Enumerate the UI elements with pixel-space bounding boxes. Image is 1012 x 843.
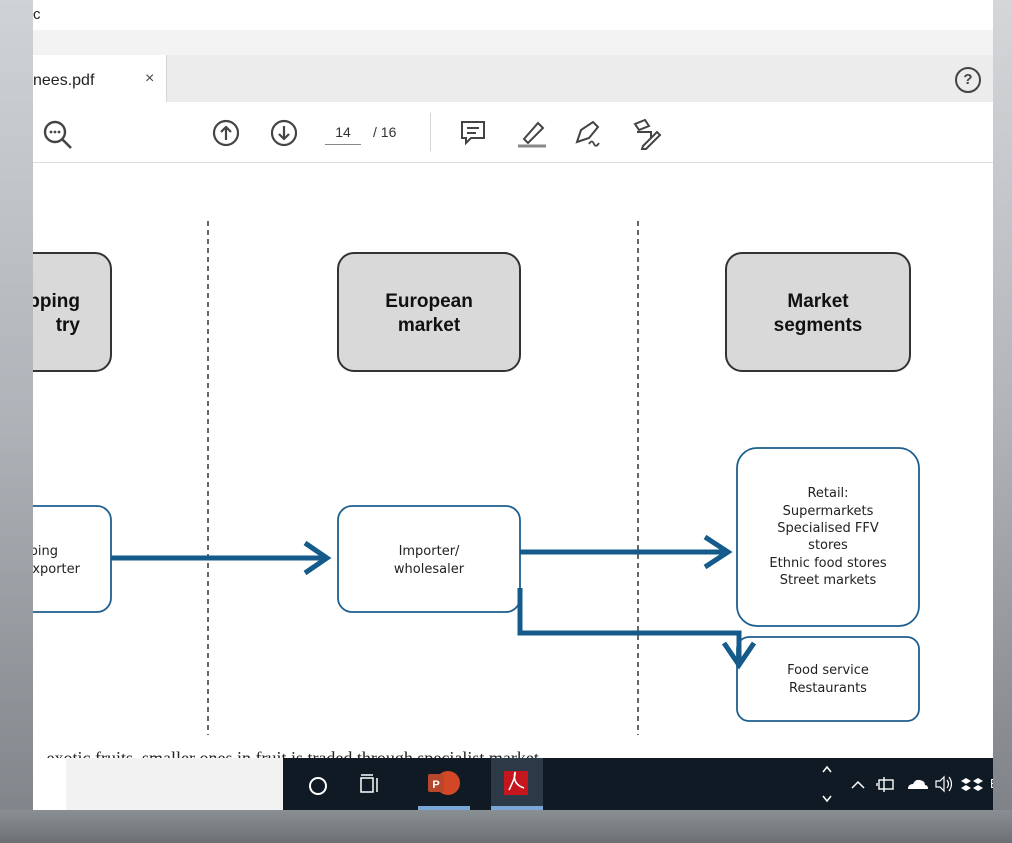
taskbar-search-box[interactable]: [66, 758, 283, 810]
node-importer: [337, 505, 521, 613]
header-left-line2: try: [56, 315, 81, 336]
header-mid-line2: market: [398, 315, 461, 336]
node-left-line2: xporter: [33, 562, 81, 577]
document-caption: ...exotic fruits, smaller ones in fruit …: [33, 748, 553, 758]
food-service-line: Restaurants: [789, 681, 867, 696]
highlight-icon[interactable]: [514, 118, 548, 153]
task-view-icon[interactable]: [351, 758, 395, 810]
desktop-background-right: [993, 0, 1012, 843]
sign-icon[interactable]: [571, 118, 605, 153]
powerpoint-icon[interactable]: P: [418, 758, 470, 810]
help-icon[interactable]: ?: [955, 67, 981, 93]
show-hidden-icons-icon[interactable]: [848, 758, 868, 810]
node-left-line1: ping: [33, 544, 58, 559]
pdf-viewer-window: c nees.pdf × ? 14 / 16 pping try Europea…: [33, 0, 993, 810]
title-text: c: [33, 6, 41, 23]
food-service-line: Food service: [787, 663, 869, 678]
tab-bar: nees.pdf × ?: [33, 30, 993, 103]
retail-line: Retail:: [807, 486, 848, 501]
retail-line: Ethnic food stores: [769, 556, 886, 571]
desktop-background-bottom: [0, 810, 1012, 843]
header-right-line2: segments: [774, 315, 863, 336]
document-page: pping try European market Market segment…: [33, 163, 993, 758]
comment-icon[interactable]: [458, 118, 488, 153]
header-box-right: [725, 252, 911, 372]
retail-line: Specialised FFV: [777, 521, 879, 536]
language-indicator[interactable]: EN: [990, 776, 993, 791]
node-left: [33, 505, 112, 613]
fill-sign-icon[interactable]: [629, 118, 663, 155]
onedrive-icon[interactable]: [904, 758, 930, 810]
current-page-field[interactable]: 14: [325, 124, 361, 145]
windows-taskbar: P EN: [66, 758, 993, 810]
header-mid-line1: European: [385, 291, 473, 312]
dropbox-icon[interactable]: [960, 758, 984, 810]
acrobat-reader-icon[interactable]: [491, 758, 543, 810]
powerpoint-letter: P: [432, 779, 439, 791]
next-page-icon[interactable]: [269, 118, 299, 153]
supply-chain-diagram: pping try European market Market segment…: [33, 221, 920, 735]
tab-title: nees.pdf: [33, 72, 95, 89]
arrow-importer-to-food-service: [517, 588, 742, 661]
tab-close-button[interactable]: ×: [145, 70, 154, 88]
node-food-service: [736, 636, 920, 722]
scroll-arrows-icon[interactable]: [820, 758, 834, 810]
title-bar: c: [33, 0, 993, 30]
node-importer-line1: Importer/: [399, 544, 460, 559]
header-left-line1: pping: [33, 291, 80, 312]
retail-line: Supermarkets: [783, 504, 874, 519]
retail-line: Street markets: [780, 573, 877, 588]
header-box-mid: [337, 252, 521, 372]
document-tab[interactable]: nees.pdf ×: [33, 55, 167, 103]
header-box-left: [33, 252, 112, 372]
header-right-line1: Market: [787, 291, 849, 312]
tab-strip: [33, 55, 993, 103]
cortana-icon[interactable]: [302, 758, 346, 810]
desktop-background-left: [0, 0, 33, 843]
toolbar-divider: [430, 113, 431, 151]
retail-line: stores: [808, 538, 848, 553]
toolbar: 14 / 16: [33, 102, 993, 163]
zoom-out-icon[interactable]: [41, 118, 75, 157]
previous-page-icon[interactable]: [211, 118, 241, 153]
node-retail: [736, 447, 920, 627]
node-importer-line2: wholesaler: [394, 562, 465, 577]
total-pages-label: / 16: [373, 124, 397, 140]
battery-icon[interactable]: [874, 758, 900, 810]
volume-icon[interactable]: [932, 758, 956, 810]
